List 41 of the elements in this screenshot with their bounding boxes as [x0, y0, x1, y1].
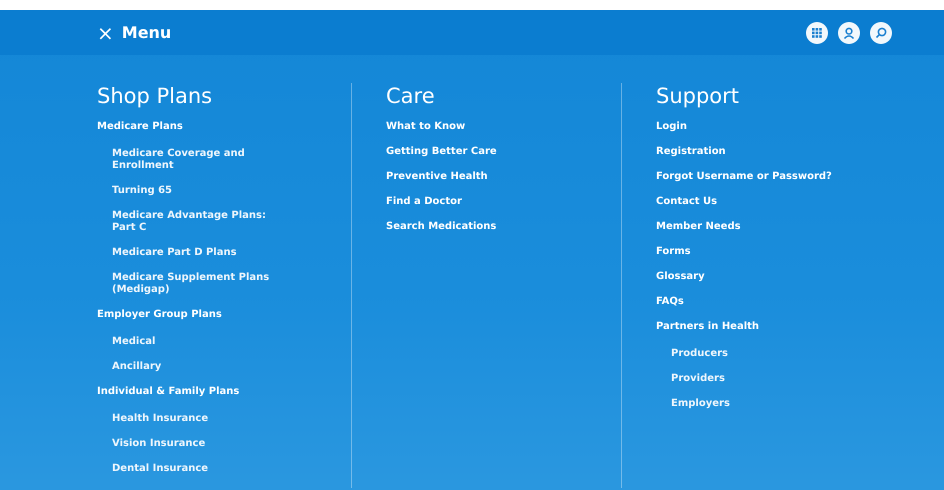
submenu-link[interactable]: Employers — [671, 398, 730, 410]
submenu-link[interactable]: Medicare Part D Plans — [112, 247, 237, 259]
apps-button[interactable] — [806, 22, 828, 44]
submenu-link[interactable]: Producers — [671, 348, 728, 360]
account-button[interactable] — [838, 22, 860, 44]
menu-link[interactable]: Forgot Username or Password? — [656, 171, 832, 183]
close-icon[interactable]: × — [97, 22, 114, 42]
menu-link[interactable]: FAQs — [656, 296, 684, 308]
submenu-link[interactable]: Dental Insurance — [112, 463, 208, 475]
submenu-link[interactable]: Vision Insurance — [112, 438, 206, 450]
menu-link[interactable]: Member Needs — [656, 221, 741, 233]
submenu-link[interactable]: Medicare Advantage Plans: Part C — [112, 210, 277, 234]
submenu-link[interactable]: Medical — [112, 336, 156, 348]
menu-link[interactable]: What to Know — [386, 121, 466, 133]
menu-link[interactable]: Contact Us — [656, 196, 718, 208]
column-heading: Support — [656, 83, 740, 109]
menu-link[interactable]: Getting Better Care — [386, 146, 497, 158]
submenu-link[interactable]: Ancillary — [112, 361, 162, 373]
submenu-link[interactable]: Turning 65 — [112, 185, 172, 197]
column-heading: Shop Plans — [97, 83, 214, 109]
menu-link[interactable]: Search Medications — [386, 221, 496, 233]
submenu-link[interactable]: Health Insurance — [112, 413, 208, 425]
submenu-link[interactable]: Medicare Coverage and Enrollment — [112, 148, 277, 172]
menu-link[interactable]: Medicare Plans — [97, 121, 183, 133]
search-button[interactable] — [870, 22, 892, 44]
menu-link[interactable]: Registration — [656, 146, 726, 158]
menu-link[interactable]: Employer Group Plans — [97, 309, 222, 321]
submenu-link[interactable]: Providers — [671, 373, 725, 385]
grid-icon — [812, 28, 822, 38]
menu-link[interactable]: Glossary — [656, 271, 705, 283]
menu-title: Menu — [122, 23, 172, 42]
column-heading: Care — [386, 83, 436, 109]
user-icon — [843, 26, 855, 38]
menu-link[interactable]: Partners in Health — [656, 321, 760, 333]
menu-link[interactable]: Preventive Health — [386, 171, 488, 183]
menu-link[interactable]: Find a Doctor — [386, 196, 462, 208]
menu-link[interactable]: Forms — [656, 246, 691, 258]
menu-link[interactable]: Individual & Family Plans — [97, 386, 240, 398]
search-icon — [875, 26, 887, 38]
submenu-link[interactable]: Medicare Supplement Plans (Medigap) — [112, 272, 277, 296]
menu-link[interactable]: Login — [656, 121, 687, 133]
